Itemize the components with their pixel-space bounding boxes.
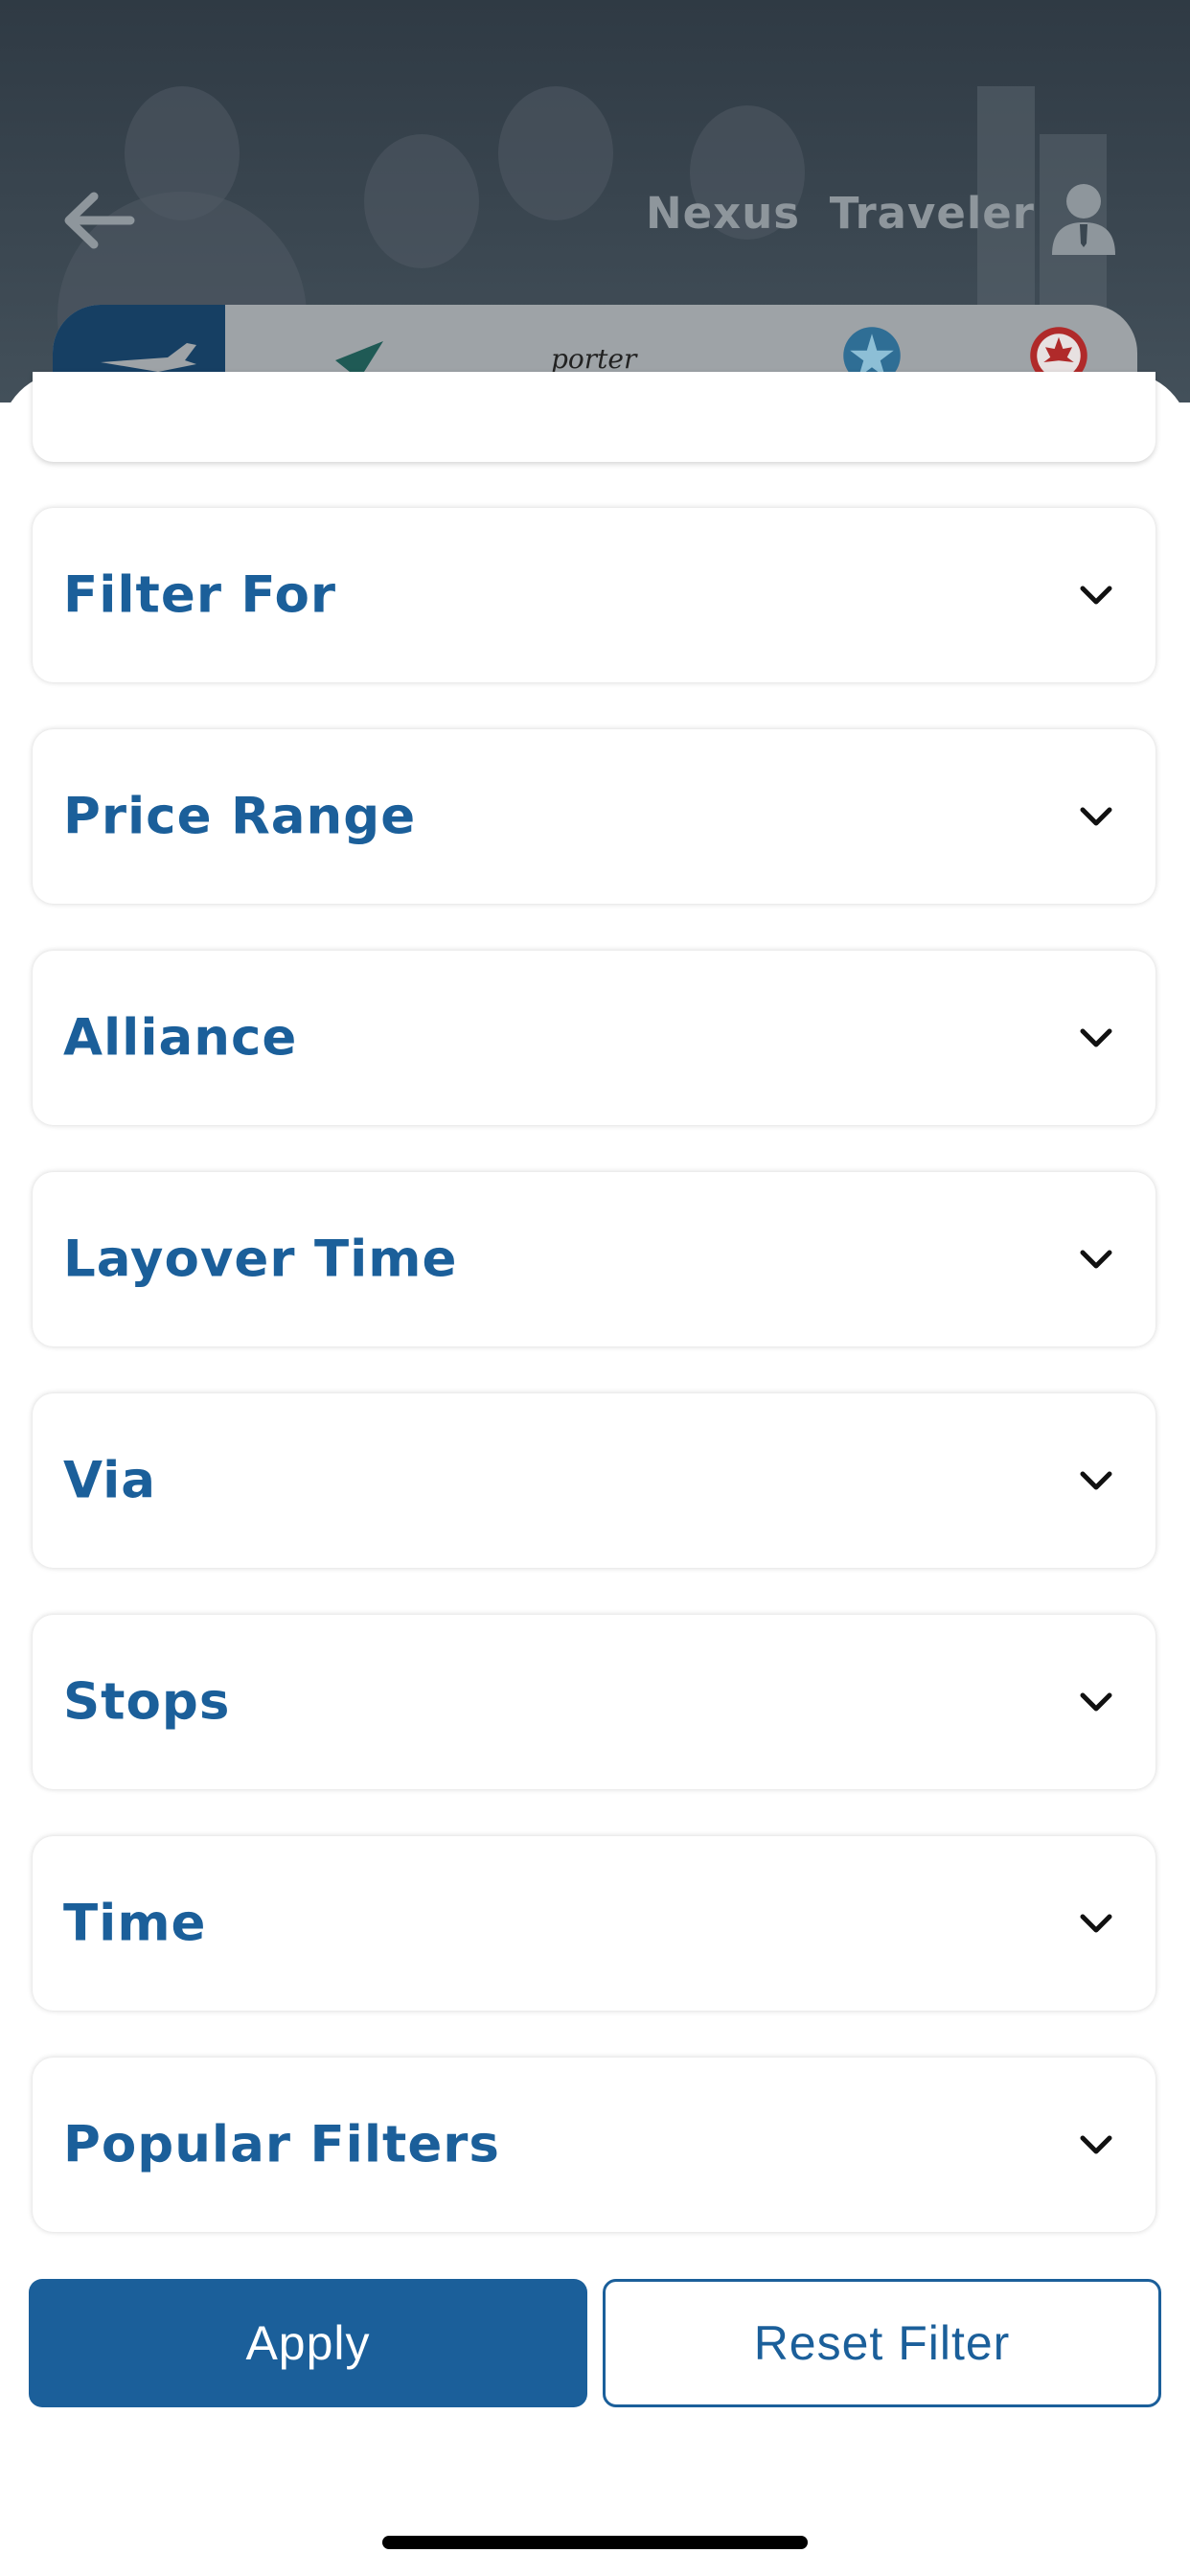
filter-card-stops[interactable]: Stops	[33, 1615, 1156, 1789]
filter-card-price-range[interactable]: Price Range	[33, 729, 1156, 904]
filter-label: Alliance	[63, 1008, 298, 1068]
background-person	[364, 134, 479, 268]
app-title-part1: Nexus	[646, 188, 801, 239]
filter-label: Popular Filters	[63, 2115, 500, 2174]
back-button[interactable]	[56, 177, 142, 264]
home-indicator[interactable]	[382, 2536, 808, 2549]
chevron-down-icon	[1080, 1914, 1112, 1933]
arrow-left-icon	[64, 192, 135, 249]
reset-filter-button[interactable]: Reset Filter	[603, 2279, 1161, 2407]
chevron-down-icon	[1080, 1028, 1112, 1047]
filter-label: Stops	[63, 1672, 231, 1732]
chevron-down-icon	[1080, 2135, 1112, 2154]
filter-label: Filter For	[63, 565, 337, 625]
user-icon	[1052, 184, 1115, 255]
filter-card-alliance[interactable]: Alliance	[33, 951, 1156, 1125]
filter-card-time[interactable]: Time	[33, 1836, 1156, 2011]
app-title-part2: Traveler	[829, 188, 1036, 239]
profile-button[interactable]	[1048, 180, 1119, 257]
filter-card-filter-for[interactable]: Filter For	[33, 508, 1156, 682]
filter-label: Layover Time	[63, 1230, 458, 1289]
chevron-down-icon	[1080, 586, 1112, 605]
apply-button[interactable]: Apply	[29, 2279, 587, 2407]
filter-card-popular-filters[interactable]: Popular Filters	[33, 2058, 1156, 2232]
partially-hidden-card	[33, 372, 1156, 462]
chevron-down-icon	[1080, 1692, 1112, 1712]
filter-label: Via	[63, 1451, 157, 1510]
filter-label: Price Range	[63, 787, 417, 846]
chevron-down-icon	[1080, 807, 1112, 826]
filter-label: Time	[63, 1894, 207, 1953]
apply-button-label: Apply	[245, 2316, 371, 2370]
chevron-down-icon	[1080, 1471, 1112, 1490]
filter-card-via[interactable]: Via	[33, 1393, 1156, 1568]
background-person	[498, 86, 613, 220]
chevron-down-icon	[1080, 1250, 1112, 1269]
app-title: Nexus Traveler	[646, 188, 1035, 245]
filter-card-layover-time[interactable]: Layover Time	[33, 1172, 1156, 1346]
reset-filter-button-label: Reset Filter	[753, 2316, 1011, 2370]
porter-logo: porter	[551, 343, 637, 375]
